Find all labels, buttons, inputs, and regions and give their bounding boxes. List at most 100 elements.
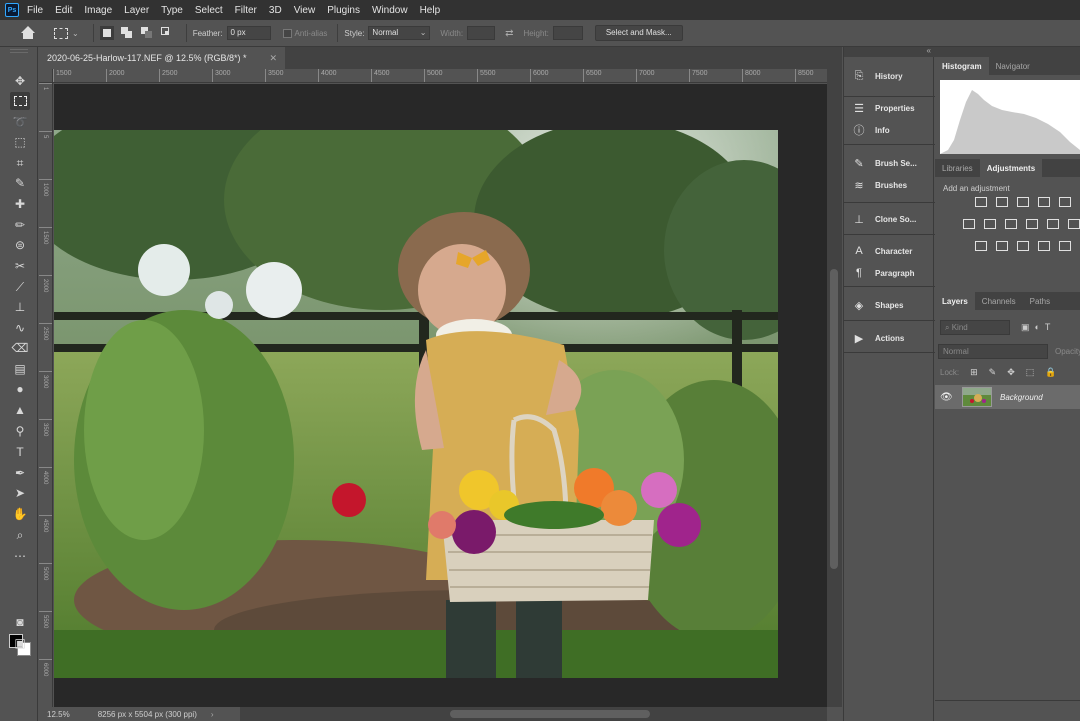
screen-mode-icon[interactable]: ▣ <box>10 634 30 652</box>
more-tools-icon[interactable]: ⋯ <box>10 547 30 565</box>
menu-file[interactable]: File <box>27 5 43 16</box>
path-selection-tool-icon[interactable]: ➤ <box>10 484 30 502</box>
panel-collapse-bar[interactable]: « <box>844 46 935 57</box>
smudge-tool-icon[interactable]: ∿ <box>10 319 30 337</box>
horizontal-ruler[interactable]: 1500 2000 2500 3000 3500 4000 4500 5000 5500 6000… <box>53 69 827 83</box>
character-panel-button[interactable]: A Character <box>852 243 912 259</box>
panel-grip[interactable] <box>10 49 28 53</box>
layer-row-background[interactable]: 👁 Background <box>935 385 1080 409</box>
new-selection-button[interactable] <box>99 26 114 40</box>
adjustment-icon[interactable] <box>975 197 987 207</box>
chevron-right-icon[interactable]: › <box>211 710 214 719</box>
adjustment-icon[interactable] <box>996 241 1008 251</box>
type-filter-icon[interactable]: T <box>1045 322 1051 332</box>
info-panel-button[interactable]: ⓘ Info <box>852 122 890 138</box>
menu-plugins[interactable]: Plugins <box>327 5 360 16</box>
adjustment-icon[interactable] <box>984 219 996 229</box>
adjustment-icon[interactable] <box>963 219 975 229</box>
rectangular-marquee-tool-icon[interactable] <box>10 92 30 110</box>
width-input[interactable] <box>467 26 496 40</box>
brush-settings-panel-button[interactable]: ✎ Brush Se... <box>852 155 916 171</box>
blur-tool-icon[interactable]: ● <box>10 380 30 398</box>
adjustment-icon[interactable] <box>1017 241 1029 251</box>
quick-mask-icon[interactable]: ◙ <box>10 613 30 631</box>
eyedropper-tool-icon[interactable]: ✎ <box>10 174 30 192</box>
lock-transparent-icon[interactable]: ⊞ <box>970 367 978 378</box>
dodge-tool-icon[interactable]: ⚲ <box>10 422 30 440</box>
menu-image[interactable]: Image <box>84 5 112 16</box>
home-icon[interactable] <box>20 25 36 41</box>
eraser-tool-icon[interactable]: ⟋ <box>10 278 30 296</box>
document-photo[interactable] <box>54 130 778 678</box>
clone-source-panel-button[interactable]: ⊥ Clone So... <box>852 211 916 227</box>
sharpen-tool-icon[interactable]: ▲ <box>10 401 30 419</box>
feather-input[interactable]: 0 px <box>226 26 271 40</box>
blend-mode-select[interactable]: Normal <box>938 344 1048 359</box>
hand-tool-icon[interactable]: ✋ <box>10 505 30 523</box>
double-chevron-icon[interactable]: « <box>927 46 931 55</box>
spot-healing-tool-icon[interactable]: ✚ <box>10 195 30 213</box>
menu-edit[interactable]: Edit <box>55 5 72 16</box>
menu-layer[interactable]: Layer <box>124 5 149 16</box>
adjustment-icon[interactable] <box>1026 219 1038 229</box>
adjustment-icon[interactable] <box>1059 197 1071 207</box>
actions-panel-button[interactable]: ▶ Actions <box>852 330 905 346</box>
lock-all-icon[interactable]: 🔒 <box>1045 367 1056 378</box>
adjustment-icon[interactable] <box>1047 219 1059 229</box>
adjustment-icon[interactable] <box>1059 241 1071 251</box>
marquee-preset-icon[interactable] <box>54 27 68 39</box>
object-selection-tool-icon[interactable]: ⬚ <box>10 133 30 151</box>
adjustment-icon[interactable] <box>1038 197 1050 207</box>
shapes-panel-button[interactable]: ◈ Shapes <box>852 297 904 313</box>
height-input[interactable] <box>552 26 583 40</box>
lasso-tool-icon[interactable]: ➰ <box>10 113 30 131</box>
image-filter-icon[interactable]: ▣ <box>1021 322 1030 332</box>
lock-position-icon[interactable]: ✥ <box>1007 367 1015 378</box>
paragraph-panel-button[interactable]: ¶ Paragraph <box>852 265 915 281</box>
crop-tool-icon[interactable]: ⌗ <box>10 154 30 172</box>
menu-3d[interactable]: 3D <box>269 5 282 16</box>
brush-tool-icon[interactable]: ✏ <box>10 216 30 234</box>
close-icon[interactable]: ✕ <box>269 53 277 64</box>
style-select[interactable]: Normal ⌄ <box>368 26 431 40</box>
adjustment-icon[interactable] <box>1068 219 1080 229</box>
clone-stamp-tool-icon[interactable]: ⊜ <box>10 236 30 254</box>
subtract-selection-button[interactable] <box>140 26 154 40</box>
horizontal-scrollbar[interactable] <box>240 707 827 721</box>
adjustment-icon[interactable] <box>996 197 1008 207</box>
zoom-level[interactable]: 12.5% <box>47 710 70 719</box>
document-tab[interactable]: 2020-06-25-Harlow-117.NEF @ 12.5% (RGB/8… <box>39 47 285 69</box>
adjustment-filter-icon[interactable]: ◐ <box>1035 322 1040 332</box>
ruler-corner[interactable] <box>39 69 53 83</box>
swap-icon[interactable]: ⇄ <box>505 28 513 39</box>
scroll-thumb[interactable] <box>830 269 838 569</box>
history-panel-button[interactable]: ⎘ History <box>852 68 903 84</box>
move-tool-icon[interactable]: ✥ <box>10 72 30 90</box>
eye-icon[interactable]: 👁 <box>940 392 956 403</box>
menu-help[interactable]: Help <box>420 5 441 16</box>
vertical-ruler[interactable]: 1 5 1000 1500 2000 2500 3000 3500 4000 4500 5000 55… <box>39 83 53 707</box>
add-selection-button[interactable] <box>120 26 134 40</box>
menu-filter[interactable]: Filter <box>235 5 257 16</box>
tab-navigator[interactable]: Navigator <box>989 57 1037 75</box>
scroll-thumb[interactable] <box>450 710 650 718</box>
pen-tool-icon[interactable]: ✒ <box>10 464 30 482</box>
panel-collapse-bar[interactable] <box>935 47 1080 57</box>
menu-type[interactable]: Type <box>161 5 183 16</box>
tab-adjustments[interactable]: Adjustments <box>979 159 1043 177</box>
adjustment-icon[interactable] <box>1017 197 1029 207</box>
tab-channels[interactable]: Channels <box>975 292 1023 310</box>
eraser-icon[interactable]: ⌫ <box>10 339 30 357</box>
menu-select[interactable]: Select <box>195 5 223 16</box>
lock-artboard-icon[interactable]: ⬚ <box>1026 367 1035 378</box>
gradient-tool-icon[interactable]: ▤ <box>10 360 30 378</box>
layer-filter-input[interactable]: ⌕ Kind <box>940 320 1010 335</box>
tab-libraries[interactable]: Libraries <box>935 159 980 177</box>
lock-image-icon[interactable]: ✎ <box>989 367 997 378</box>
adjustment-icon[interactable] <box>975 241 987 251</box>
stamp-tool-icon[interactable]: ⊥ <box>10 298 30 316</box>
tab-paths[interactable]: Paths <box>1023 292 1057 310</box>
brushes-panel-button[interactable]: ≋ Brushes <box>852 177 907 193</box>
menu-view[interactable]: View <box>294 5 316 16</box>
select-and-mask-button[interactable]: Select and Mask... <box>594 25 683 41</box>
